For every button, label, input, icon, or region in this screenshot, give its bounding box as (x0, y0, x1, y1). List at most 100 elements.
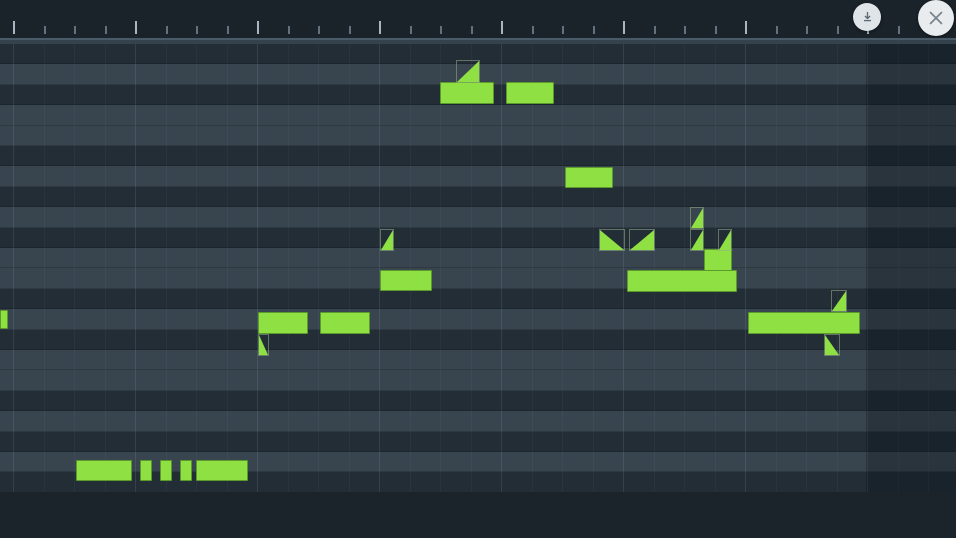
grid-beat-line (226, 44, 228, 492)
timeline-ruler[interactable] (0, 0, 956, 38)
piano-roll-slide-note[interactable] (690, 229, 704, 251)
close-button[interactable] (918, 0, 954, 36)
grid-row-white-key[interactable] (0, 268, 956, 289)
grid-beat-line (409, 44, 411, 492)
ruler-beat-tick (714, 26, 717, 34)
piano-roll-note[interactable] (748, 312, 860, 334)
piano-roll-note[interactable] (506, 82, 554, 104)
ruler-beat-tick (653, 26, 656, 34)
ruler-beat-tick (470, 26, 473, 34)
slide-triangle-icon (600, 230, 624, 250)
grid-bar-line (501, 44, 502, 492)
grid-bar-line (867, 44, 868, 492)
ruler-bar-tick (379, 21, 381, 34)
piano-roll-note[interactable] (76, 460, 132, 481)
grid-bar-line (379, 44, 380, 492)
piano-roll-slide-note[interactable] (599, 229, 625, 251)
grid-beat-line (836, 44, 838, 492)
grid-beat-line (104, 44, 106, 492)
ruler-beat-tick (775, 26, 778, 34)
grid-row-white-key[interactable] (0, 370, 956, 391)
ruler-beat-tick (806, 26, 808, 34)
piano-roll-screen: REC REV 100 BPM CTRL (0, 0, 956, 538)
ruler-beat-tick (592, 26, 595, 34)
piano-roll-slide-note[interactable] (380, 229, 394, 251)
grid-beat-line (318, 44, 319, 492)
grid-beat-line (775, 44, 777, 492)
grid-row-white-key[interactable] (0, 166, 956, 187)
grid-row-black-key[interactable] (0, 288, 956, 310)
download-icon (862, 11, 873, 23)
grid-bar-line (13, 44, 14, 492)
grid-bar-line (135, 44, 136, 492)
slide-triangle-icon (630, 230, 654, 250)
ruler-beat-tick (348, 26, 351, 34)
ruler-beat-tick (836, 26, 839, 34)
grid-row-white-key[interactable] (0, 207, 956, 228)
ruler-beat-tick (226, 26, 229, 34)
grid-row-black-key[interactable] (0, 227, 956, 248)
ruler-bar-tick (501, 21, 503, 34)
piano-roll-note[interactable] (196, 460, 248, 481)
piano-roll-slide-note[interactable] (718, 229, 732, 251)
ruler-beat-tick (43, 26, 46, 34)
grid-beat-line (440, 44, 441, 492)
ruler-beat-tick (440, 26, 442, 34)
piano-roll-slide-note[interactable] (831, 290, 847, 312)
grid-row-white-key[interactable] (0, 125, 956, 146)
grid-bar-line (257, 44, 258, 492)
ruler-beat-tick (409, 26, 412, 34)
grid-beat-line (806, 44, 807, 492)
ruler-bar-tick (257, 21, 259, 34)
ruler-beat-tick (74, 26, 76, 34)
piano-roll-grid[interactable] (0, 44, 956, 492)
piano-roll-slide-note[interactable] (456, 60, 480, 83)
piano-roll-note[interactable] (565, 167, 613, 188)
piano-roll-note[interactable] (704, 249, 732, 271)
piano-roll-slide-note[interactable] (824, 334, 840, 356)
close-icon (927, 9, 945, 27)
grid-bar-line (623, 44, 624, 492)
piano-roll-slide-note[interactable] (258, 334, 269, 356)
piano-roll-note[interactable] (440, 82, 494, 104)
piano-roll-slide-note[interactable] (690, 207, 704, 229)
grid-row-white-key[interactable] (0, 105, 956, 126)
grid-beat-line (897, 44, 899, 492)
grid-beat-line (348, 44, 350, 492)
ruler-bar-tick (135, 21, 137, 34)
piano-roll-note[interactable] (180, 460, 192, 481)
piano-roll-note[interactable] (627, 270, 737, 292)
slide-triangle-icon (259, 335, 268, 355)
grid-beat-line (287, 44, 289, 492)
piano-roll-note[interactable] (160, 460, 172, 481)
ruler-beat-tick (684, 26, 686, 34)
ruler-beat-tick (531, 26, 534, 34)
grid-beat-line (653, 44, 655, 492)
ruler-beat-tick (165, 26, 168, 34)
piano-roll-slide-note[interactable] (629, 229, 655, 251)
ruler-beat-tick (196, 26, 198, 34)
grid-row-white-key[interactable] (0, 350, 956, 371)
grid-beat-line (470, 44, 472, 492)
piano-roll-note[interactable] (0, 310, 8, 329)
download-button[interactable] (853, 3, 881, 31)
grid-beat-line (684, 44, 685, 492)
grid-row-white-key[interactable] (0, 248, 956, 269)
grid-row-black-key[interactable] (0, 186, 956, 208)
slide-triangle-icon (832, 291, 846, 311)
piano-roll-note[interactable] (380, 270, 432, 291)
grid-row-black-key[interactable] (0, 431, 956, 452)
grid-row-black-key[interactable] (0, 390, 956, 412)
slide-triangle-icon (825, 335, 839, 355)
grid-row-white-key[interactable] (0, 411, 956, 432)
slide-triangle-icon (457, 61, 479, 82)
grid-beat-line (196, 44, 197, 492)
ruler-bar-tick (13, 21, 15, 34)
piano-roll-note[interactable] (320, 312, 370, 334)
grid-beat-line (43, 44, 45, 492)
grid-beat-line (592, 44, 594, 492)
piano-roll-note[interactable] (258, 312, 308, 334)
piano-roll-note[interactable] (140, 460, 152, 481)
grid-beat-line (74, 44, 75, 492)
grid-row-black-key[interactable] (0, 146, 956, 167)
